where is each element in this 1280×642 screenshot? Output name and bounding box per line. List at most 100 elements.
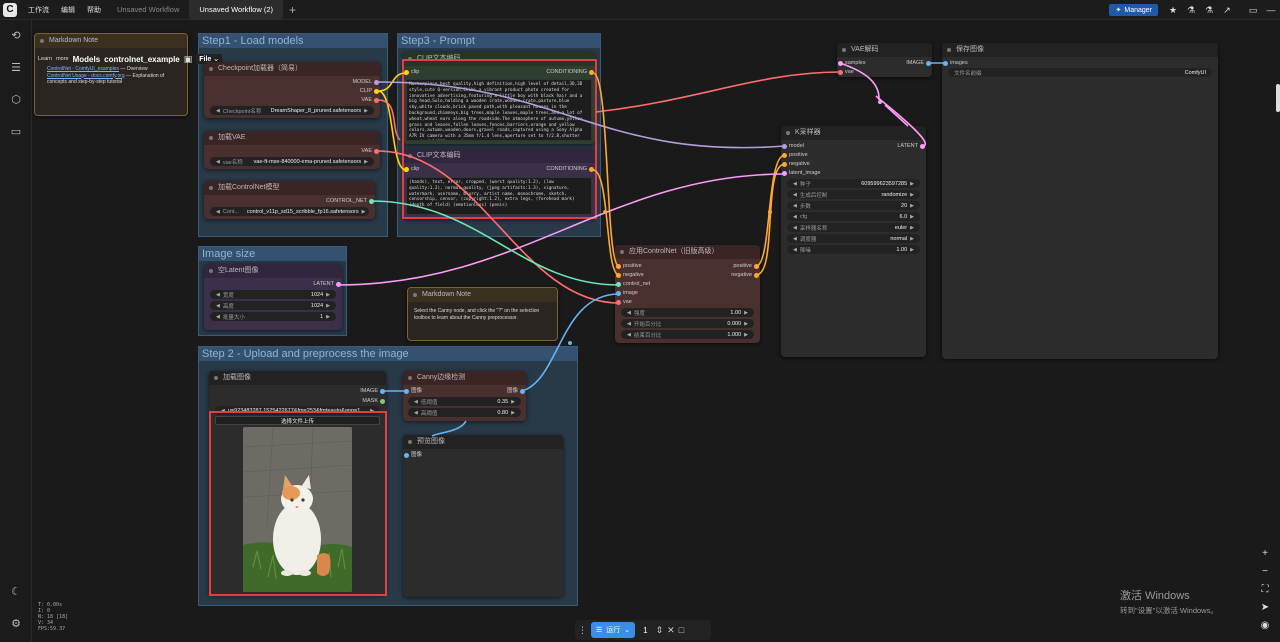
steps-stepper[interactable]: ◀ 步数 20 ▶ (787, 201, 920, 210)
menu-help[interactable]: 帮助 (81, 5, 107, 15)
output-latent[interactable]: LATENT (897, 142, 926, 150)
control-after-generate-select[interactable]: ◀ 生成后控制 randomize ▶ (787, 190, 920, 199)
cube-icon[interactable]: ⬡ (9, 93, 23, 107)
sampler-name-select[interactable]: ◀ 采样器名称 euler ▶ (787, 223, 920, 232)
vae-name-select[interactable]: ◀ vae名称 vae-ft-mse-840000-ema-pruned.safet… (210, 157, 374, 166)
output-vae[interactable]: VAE (361, 96, 380, 104)
ksampler-node[interactable]: K采样器 model positive negative latent_imag… (781, 126, 926, 357)
output-clip[interactable]: CLIP (360, 87, 380, 95)
output-control-net[interactable]: CONTROL_NET (326, 197, 375, 205)
comfyui-logo-icon[interactable]: C (3, 2, 17, 17)
input-vae[interactable]: vae (837, 68, 854, 76)
star-icon[interactable]: ★ (1164, 5, 1182, 16)
panel-toggle-icon[interactable]: ▭ (1244, 5, 1262, 16)
right-panel-handle[interactable] (1276, 84, 1280, 112)
input-clip[interactable]: clip (403, 165, 419, 173)
controlnet-loader-node[interactable]: 加载ControlNet模型 CONTROL_NET ◀ Cont... contr… (204, 181, 375, 219)
output-mask[interactable]: MASK (362, 397, 386, 405)
zoom-in-icon[interactable]: + (1256, 545, 1274, 563)
history-icon[interactable]: ⟲ (9, 29, 23, 43)
stop-icon[interactable]: □ (679, 625, 684, 635)
apply-controlnet-node[interactable]: 应用ControlNet（旧版高级） positive negative con… (615, 245, 760, 343)
toggle-links-eye-icon[interactable]: ◉ (1256, 617, 1274, 635)
low-threshold-stepper[interactable]: ◀ 低阈值 0.35 ▶ (408, 397, 521, 406)
input-positive[interactable]: positive (781, 151, 808, 159)
moon-icon[interactable]: ☾ (9, 585, 23, 599)
strength-stepper[interactable]: ◀ 强度 1.00 ▶ (621, 308, 754, 317)
output-conditioning[interactable]: CONDITIONING (546, 68, 595, 76)
new-tab-plus-icon[interactable]: + (283, 3, 302, 17)
zoom-out-icon[interactable]: − (1256, 563, 1274, 581)
markdown-note-node[interactable]: Markdown Note ControlNet - ComfyUI_examp… (34, 33, 188, 116)
vae-loader-node[interactable]: 加载VAE VAE ◀ vae名称 vae-ft-mse-840000-ema-pr… (204, 131, 380, 169)
empty-latent-image-node[interactable]: 空Latent图像 LATENT ◀ 宽度 1024 ▶ ◀ 高度 1024 ▶ ◀ 批量大小… (204, 264, 342, 330)
menu-edit[interactable]: 编辑 (55, 5, 81, 15)
input-image[interactable]: 图像 (403, 387, 422, 395)
folder-icon[interactable]: ▭ (9, 125, 23, 139)
pointer-mode-icon[interactable]: ➤ (1256, 599, 1274, 617)
chevron-down-icon[interactable]: ⌄ (624, 626, 630, 634)
denoise-stepper[interactable]: ◀ 降噪 1.00 ▶ (787, 245, 920, 254)
save-image-node[interactable]: 保存图像 images 文件名前缀 ComfyUI (942, 43, 1218, 359)
image-file-select[interactable]: ◀ u=923483287,1525422677&fm=253&fmt=auto&… (215, 406, 380, 415)
input-clip[interactable]: clip (403, 68, 419, 76)
high-threshold-stepper[interactable]: ◀ 高阈值 0.80 ▶ (408, 408, 521, 417)
checkpoint-loader-node[interactable]: Checkpoint加载器（简易） MODEL CLIP VAE ◀ Checkp… (204, 62, 380, 118)
checkpoint-name-select[interactable]: ◀ Checkpoint名称 DreamShaper_8_pruned.safete… (210, 106, 374, 115)
vae-decode-node[interactable]: VAE解码 samples vae IMAGE (837, 43, 932, 77)
clip-text-encode-positive-node[interactable]: CLIP文本编码 clip CONDITIONING Masterpiece,b… (403, 52, 595, 144)
tab-unsaved-workflow[interactable]: Unsaved Workflow (107, 0, 189, 20)
models-button[interactable]: Models (73, 55, 101, 64)
negative-prompt-textarea[interactable]: (hands), text, error, cropped, (worst qu… (406, 177, 592, 215)
menu-workflow[interactable]: 工作流 (22, 5, 55, 15)
output-conditioning[interactable]: CONDITIONING (546, 165, 595, 173)
height-stepper[interactable]: ◀ 高度 1024 ▶ (210, 301, 336, 310)
end-percent-stepper[interactable]: ◀ 结束百分比 1.000 ▶ (621, 330, 754, 339)
preview-image-node[interactable]: 预览图像 图像 (403, 435, 563, 597)
output-image[interactable]: IMAGE (906, 59, 932, 67)
controlnet-name-select[interactable]: ◀ Cont... control_v11p_sd15_scribble_fp16.… (210, 207, 369, 216)
input-negative[interactable]: negative (781, 160, 810, 168)
input-samples[interactable]: samples (837, 59, 865, 67)
manager-button[interactable]: ✦ Manager (1109, 4, 1158, 16)
input-model[interactable]: model (781, 142, 804, 150)
workflow-name[interactable]: controlnet_example (104, 55, 180, 64)
queue-list-icon[interactable]: ☰ (9, 61, 23, 75)
canny-edge-node[interactable]: Canny边缘检测 图像 图像 ◀ 低阈值 0.35 ▶ ◀ 高阈值 0.80 ▶ (403, 371, 526, 421)
minimize-icon[interactable]: — (1262, 5, 1280, 15)
markdown-note-canny-node[interactable]: Markdown Note Select the Canny node, and… (407, 287, 558, 341)
cfg-stepper[interactable]: ◀ cfg 6.0 ▶ (787, 212, 920, 221)
drag-handle-icon[interactable]: ⋮ (578, 625, 587, 636)
share-icon[interactable]: ↗ (1218, 5, 1236, 16)
tab-unsaved-workflow-2[interactable]: Unsaved Workflow (2) (189, 0, 284, 20)
fit-view-icon[interactable]: ⛶ (1256, 581, 1274, 599)
link-controlnet-usage[interactable]: ControlNet Usage - docs.comfy.org (47, 73, 125, 79)
output-vae[interactable]: VAE (361, 147, 380, 155)
flask-alt-icon[interactable]: ⚗ (1200, 5, 1218, 16)
flask-icon[interactable]: ⚗ (1182, 5, 1200, 16)
input-negative[interactable]: negative (615, 271, 644, 279)
run-button[interactable]: ☰ 运行 ⌄ (591, 622, 636, 638)
settings-gear-icon[interactable]: ⚙ (9, 617, 23, 631)
filename-prefix-input[interactable]: 文件名前缀 ComfyUI (948, 68, 1212, 77)
input-image[interactable]: 图像 (403, 451, 422, 459)
start-percent-stepper[interactable]: ◀ 开始百分比 0.000 ▶ (621, 319, 754, 328)
input-images[interactable]: images (942, 59, 968, 67)
input-vae[interactable]: vae (615, 298, 632, 306)
positive-prompt-textarea[interactable]: Masterpiece,best quality,high definition… (406, 79, 592, 141)
scheduler-select[interactable]: ◀ 调度器 normal ▶ (787, 234, 920, 243)
input-control-net[interactable]: control_net (615, 280, 650, 288)
output-image[interactable]: 图像 (507, 387, 526, 395)
input-positive[interactable]: positive (615, 262, 642, 270)
seed-stepper[interactable]: ◀ 种子 609599623597285 ▶ (787, 179, 920, 188)
batch-count-input[interactable]: 1 (639, 626, 651, 635)
image-icon[interactable]: ▣ (184, 54, 193, 65)
output-image[interactable]: IMAGE (360, 387, 386, 395)
output-negative[interactable]: negative (731, 271, 760, 279)
width-stepper[interactable]: ◀ 宽度 1024 ▶ (210, 290, 336, 299)
batch-size-stepper[interactable]: ◀ 批量大小 1 ▶ (210, 312, 336, 321)
input-image[interactable]: image (615, 289, 638, 297)
output-positive[interactable]: positive (733, 262, 760, 270)
cancel-icon[interactable]: ✕ (667, 625, 675, 636)
link-controlnet-examples[interactable]: ControlNet - ComfyUI_examples (47, 66, 119, 72)
